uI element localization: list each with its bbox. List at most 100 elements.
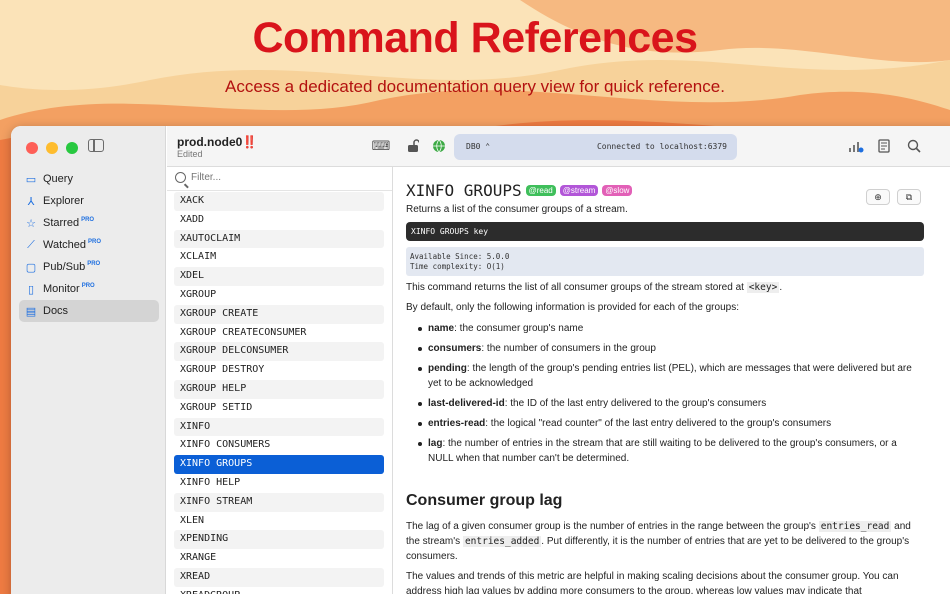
sidebar-item-label: Docs [43,305,69,317]
command-list-item[interactable]: XDEL [174,267,384,286]
globe-icon[interactable] [430,138,448,154]
field-name: consumers [428,343,482,354]
field-desc: : the number of consumers in the group [481,343,656,354]
command-list-item[interactable]: XREADGROUP [174,587,384,594]
command-list-item[interactable]: XINFO HELP [174,474,384,493]
sidebar-item-label: Query [43,173,73,185]
pro-badge: PRO [87,260,101,267]
inline-code: <key> [746,282,780,293]
command-list-item[interactable]: XGROUP CREATECONSUMER [174,324,384,343]
doc-syntax: XINFO GROUPS key [406,222,924,241]
close-window-button[interactable] [26,142,38,154]
filter-bar [167,167,392,191]
pubsub-icon: ▢ [25,261,37,274]
command-list-item[interactable]: XGROUP SETID [174,399,384,418]
field-name: name [428,323,455,334]
globe-icon: ⊕ [874,191,882,202]
time-complexity: Time complexity: O(1) [410,262,505,271]
doc-default-info: By default, only the following informati… [406,302,739,313]
document-icon[interactable] [875,138,893,154]
sidebar-item-starred[interactable]: ☆ Starred PRO [19,212,159,234]
pro-badge: PRO [88,238,102,245]
sidebar-item-docs[interactable]: ▤ Docs [19,300,159,322]
app-window: ▭ Query ⅄ Explorer ☆ Starred PRO ⟋ Watch… [11,126,950,594]
hero-title: Command References [252,14,698,62]
command-list-item[interactable]: XGROUP DELCONSUMER [174,342,384,362]
toolbar: prod.node0‼️ Edited ⌨ DB0 ⌃ Connected to… [167,126,950,167]
list-item: lag: the number of entries in the stream… [418,436,924,466]
explorer-icon: ⅄ [27,195,35,208]
open-web-doc-button[interactable]: ⊕ [866,189,890,205]
available-since: Available Since: 5.0.0 [410,252,510,261]
command-list-item[interactable]: XADD [174,211,384,230]
pro-badge: PRO [81,216,95,223]
doc-meta: Available Since: 5.0.0 Time complexity: … [406,247,924,276]
list-item: pending: the length of the group's pendi… [418,361,924,391]
command-list-item[interactable]: XINFO CONSUMERS [174,436,384,455]
zoom-window-button[interactable] [66,142,78,154]
field-name: last-delivered-id [428,398,505,409]
zoom-icon[interactable] [905,138,923,154]
command-list-item[interactable]: XGROUP HELP [174,379,384,399]
command-list: XACK XADD XAUTOCLAIM XCLAIM XDEL XGROUP XGROUP… [174,192,384,594]
field-desc: : the logical "read counter" of the last… [485,418,832,429]
list-item: entries-read: the logical "read counter"… [418,416,924,431]
command-list-item[interactable]: XINFO STREAM [174,492,384,512]
field-desc: : the ID of the last entry delivered to … [504,398,767,409]
lag-text-a: The lag of a given consumer group is the… [406,521,819,532]
list-item: last-delivered-id: the ID of the last en… [418,396,924,411]
signal-icon[interactable] [847,138,865,154]
doc-intro-end: . [779,282,783,293]
sidebar-item-label: Watched [43,239,87,251]
monitor-icon: ▯ [27,283,35,296]
command-list-item[interactable]: XINFO GROUPS [174,455,384,474]
list-item: consumers: the number of consumers in th… [418,341,924,356]
command-list-item[interactable]: XGROUP CREATE [174,304,384,324]
sidebar-item-label: Monitor [43,283,80,295]
minimize-window-button[interactable] [46,142,58,154]
command-list-item[interactable]: XPENDING [174,530,384,550]
connection-bar: DB0 ⌃ Connected to localhost:6379 [454,134,737,160]
sidebar-item-explorer[interactable]: ⅄ Explorer [19,190,159,212]
sidebar-toggle-icon[interactable] [88,139,104,152]
db-selector[interactable]: DB0 ⌃ [466,142,490,151]
sidebar-item-query[interactable]: ▭ Query [19,168,159,190]
field-desc: : the length of the group's pending entr… [428,363,912,389]
list-item: name: the consumer group's name [418,321,924,336]
command-list-item[interactable]: XINFO [174,417,384,437]
command-list-item[interactable]: XRANGE [174,549,384,568]
keyboard-icon[interactable]: ⌨ [372,138,391,154]
inline-code: entries_added [462,536,542,547]
unlock-icon[interactable] [404,138,422,154]
sidebar-item-label: Pub/Sub [43,261,86,273]
command-list-item[interactable]: XREAD [174,567,384,587]
command-list-item[interactable]: XCLAIM [174,248,384,267]
window-icon: ⧉ [905,191,913,202]
command-list-item[interactable]: XACK [174,192,384,211]
search-icon [175,172,186,183]
sidebar-nav: ▭ Query ⅄ Explorer ☆ Starred PRO ⟋ Watch… [19,168,159,322]
field-name: lag [428,438,443,449]
field-desc: : the consumer group's name [454,323,584,334]
filter-input[interactable] [191,172,371,183]
connection-name: prod.node0‼️ [177,135,257,149]
connection-status: Connected to localhost:6379 [596,142,727,151]
open-window-button[interactable]: ⧉ [897,189,921,205]
command-list-item[interactable]: XGROUP DESTROY [174,361,384,380]
tag-stream: @stream [559,185,599,196]
doc-intro-text: This command returns the list of all con… [406,282,747,293]
command-list-item[interactable]: XGROUP [174,286,384,305]
sidebar-item-pubsub[interactable]: ▢ Pub/Sub PRO [19,256,159,278]
star-icon: ☆ [26,217,36,230]
lag-paragraph-1: The lag of a given consumer group is the… [406,519,926,564]
sidebar-item-monitor[interactable]: ▯ Monitor PRO [19,278,159,300]
connection-name-text: prod.node0 [177,135,243,149]
warning-icon: ‼️ [242,135,258,149]
sidebar-item-watched[interactable]: ⟋ Watched PRO [19,234,159,256]
inline-code: entries_read [818,521,892,532]
command-list-item[interactable]: XLEN [174,512,384,531]
tag-slow: @slow [602,185,633,196]
command-list-item[interactable]: XAUTOCLAIM [174,229,384,249]
lag-paragraph-2: The values and trends of this metric are… [406,571,899,594]
field-list: name: the consumer group's name consumer… [418,321,924,471]
